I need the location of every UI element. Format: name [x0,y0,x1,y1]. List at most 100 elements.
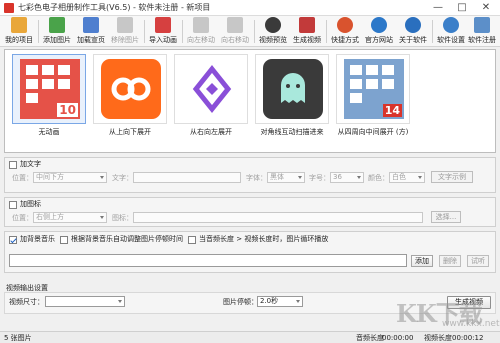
remove-image-icon [117,17,133,33]
music-file-input[interactable] [9,254,407,267]
thumb-frame [93,54,167,124]
icon-position-value: 右侧上方 [36,213,64,221]
load-page-button[interactable]: 加载宣页 [74,17,108,46]
video-length-value: 00:00:12 [452,334,484,342]
my-projects-button[interactable]: 我的项目 [2,17,36,46]
icon-position-label: 位置： [12,214,33,222]
watermark: KK下载 www.kkx.net [392,292,500,332]
text-color-value: 白色 [392,173,406,181]
official-website-button[interactable]: 官方网站 [362,17,396,46]
font-select[interactable]: 黑体 [267,172,305,183]
generate-video-button[interactable]: 生成视频 [290,17,324,46]
about-button[interactable]: 关于软件 [396,17,430,46]
video-preview-button[interactable]: 视频预览 [256,17,290,46]
add-text-label: 加文字 [20,160,41,168]
background-music-checkbox[interactable] [9,236,17,244]
shortcut-button[interactable]: 快捷方式 [328,17,362,46]
text-content-label: 文字： [112,174,133,182]
font-size-select[interactable]: 36 [330,172,364,183]
gallery-item[interactable]: 10 无动画 [10,54,88,138]
settings-label: 软件设置 [437,36,465,44]
shortcut-icon [337,17,353,33]
move-right-label: 向右移动 [221,36,249,44]
minimize-button[interactable]: — [426,0,450,16]
calendar-image-icon: 10 [20,59,80,119]
text-position-select[interactable]: 中间下方 [33,172,107,183]
loop-images-label: 当音频长度 > 视频长度时，图片循环播放 [199,235,329,243]
register-label: 软件注册 [468,36,496,44]
gallery-item[interactable]: 从上向下展开 [91,54,169,138]
register-button[interactable]: 软件注册 [466,17,498,46]
background-music-label: 加背景音乐 [20,235,55,243]
add-text-section: 加文字 位置： 中间下方 文字： 字体： 黑体 字号： 36 颜色： 白色 文字… [4,157,496,193]
gallery-item[interactable]: 14 从四周向中间展开 (方) [334,54,412,138]
move-left-icon [193,17,209,33]
image-pause-select[interactable]: 2.0秒 [257,296,303,307]
close-button[interactable]: ✕ [474,0,498,16]
icon-file-input[interactable] [133,212,423,223]
thumb-label: 从四周向中间展开 (方) [337,128,409,136]
add-text-checkbox[interactable] [9,161,17,169]
text-position-label: 位置： [12,174,33,182]
move-right-button[interactable]: 向右移动 [218,17,252,46]
status-bar: 5 张图片 音频长度 00:00:00 视频长度 00:00:12 [0,331,500,343]
add-image-label: 添加图片 [43,36,71,44]
app-icon [4,3,14,13]
choose-icon-button[interactable]: 选择... [431,211,461,223]
font-size-label: 字号： [309,174,330,182]
add-music-button[interactable]: 添加 [411,255,433,267]
thumb-frame [174,54,248,124]
toolbar-separator [326,20,327,43]
dropdown-arrow-icon [100,176,104,179]
icon-position-select[interactable]: 右侧上方 [33,212,107,223]
thumb-label: 从上向下展开 [109,128,151,136]
image-count: 5 张图片 [4,334,32,342]
delete-music-button[interactable]: 删除 [439,255,461,267]
shortcut-label: 快捷方式 [331,36,359,44]
loop-images-checkbox[interactable] [188,236,196,244]
add-image-button[interactable]: 添加图片 [40,17,74,46]
add-icon-label: 加图标 [20,200,41,208]
move-left-button[interactable]: 向左移动 [184,17,218,46]
preview-music-button[interactable]: 试听 [467,255,489,267]
move-right-icon [227,17,243,33]
font-label: 字体： [246,174,267,182]
toolbar-separator [432,20,433,43]
infinity-app-icon [101,59,161,119]
dropdown-arrow-icon [100,216,104,219]
text-position-value: 中间下方 [36,173,64,181]
thumb-label: 无动画 [38,128,60,136]
video-length-label: 视频长度 [424,334,452,342]
thumb-frame: 10 [12,54,86,124]
auto-adjust-label: 根据背景音乐自动调整图片停顿时间 [71,235,183,243]
add-icon-checkbox[interactable] [9,201,17,209]
auto-adjust-checkbox[interactable] [60,236,68,244]
remove-image-label: 移除图片 [111,36,139,44]
image-gallery: 10 无动画 从上向下展开 从右向左展开 对角线互动扫描进来 14 从四周向中间… [4,49,496,153]
remove-image-button[interactable]: 移除图片 [108,17,142,46]
text-content-input[interactable] [133,172,241,183]
dropdown-arrow-icon [118,300,122,303]
ghost-app-icon [263,59,323,119]
import-animation-button[interactable]: 导入动画 [146,17,180,46]
official-website-label: 官方网站 [365,36,393,44]
diamond-app-icon [182,59,242,119]
font-value: 黑体 [270,173,284,181]
window-title: 七彩色电子相册制作工具(V6.5) - 软件未注册 - 新项目 [18,3,211,12]
text-sample-button[interactable]: 文字示例 [431,171,473,183]
dropdown-arrow-icon [298,176,302,179]
text-color-select[interactable]: 白色 [389,172,425,183]
video-preview-label: 视频预览 [259,36,287,44]
infinity-icon [111,77,151,101]
about-label: 关于软件 [399,36,427,44]
generate-video-icon [299,17,315,33]
gallery-item[interactable]: 对角线互动扫描进来 [253,54,331,138]
video-size-select[interactable] [45,296,125,307]
video-size-label: 视频尺寸： [9,298,44,306]
gallery-item[interactable]: 从右向左展开 [172,54,250,138]
settings-button[interactable]: 软件设置 [434,17,468,46]
load-page-icon [83,17,99,33]
background-music-section: 加背景音乐 根据背景音乐自动调整图片停顿时间 当音频长度 > 视频长度时，图片循… [4,231,496,273]
toolbar: 我的项目 添加图片 加载宣页 移除图片 导入动画 向左移动 向右移动 视频预览 … [0,16,500,47]
maximize-button[interactable]: □ [450,0,474,16]
